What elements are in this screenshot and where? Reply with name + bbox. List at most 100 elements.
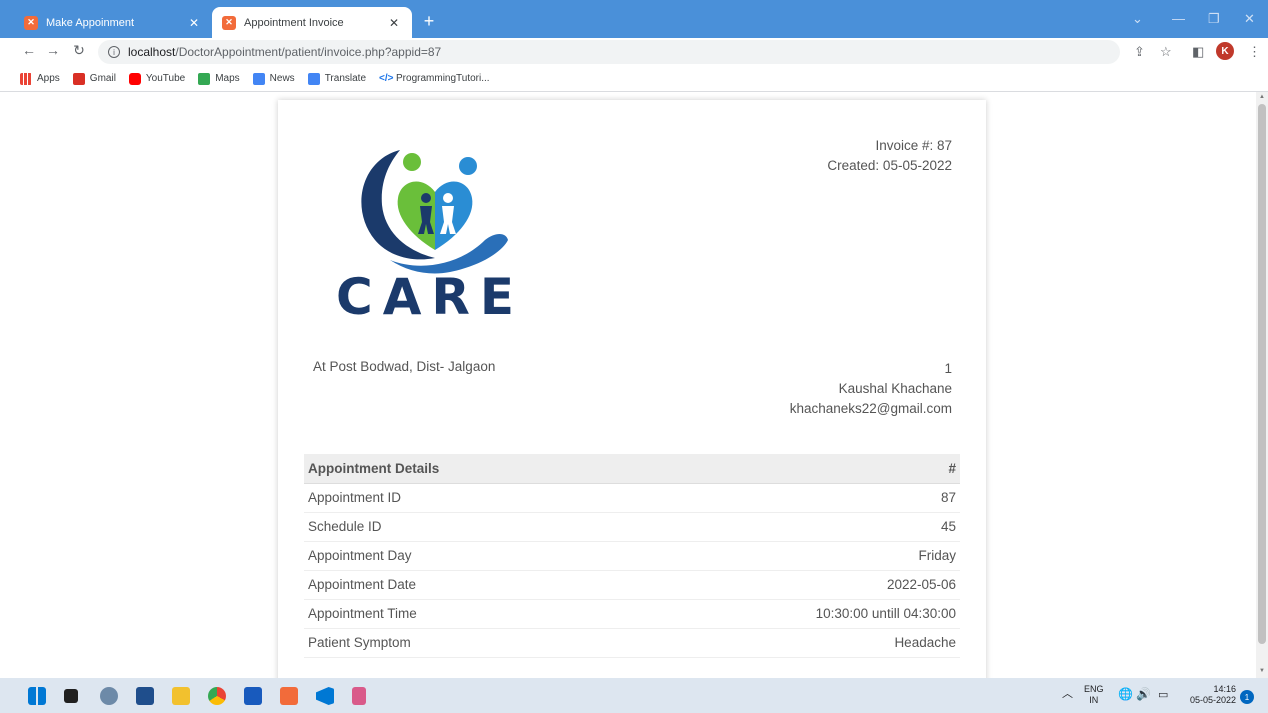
patient-id: 1 <box>944 361 952 376</box>
table-row: Appointment Date 2022-05-06 <box>304 570 960 600</box>
task-view-icon[interactable] <box>64 689 78 703</box>
scroll-up-icon[interactable]: ▲ <box>1259 94 1265 100</box>
browser-toolbar: ← → ↻ i localhost/DoctorAppointment/pati… <box>0 38 1268 66</box>
bookmark-programming[interactable]: </> ProgrammingTutori... <box>379 73 490 85</box>
tab-title: Make Appoinment <box>46 16 135 29</box>
widgets-icon[interactable] <box>100 687 118 705</box>
close-icon[interactable]: ✕ <box>186 16 202 30</box>
table-header-row: Appointment Details # <box>304 454 960 484</box>
news-icon <box>252 72 265 85</box>
row-value: Friday <box>621 541 960 571</box>
new-tab-icon[interactable]: + <box>420 12 438 30</box>
network-icon[interactable]: 🌐 <box>1118 688 1133 700</box>
table-row: Appointment Time 10:30:00 untill 04:30:0… <box>304 599 960 629</box>
row-label: Appointment Day <box>304 541 622 571</box>
xampp-icon: ✕ <box>222 15 236 30</box>
row-value: 87 <box>621 483 960 513</box>
row-value: 10:30:00 untill 04:30:00 <box>621 599 960 629</box>
bookmark-news[interactable]: News <box>252 72 295 85</box>
language-indicator[interactable]: ENG IN <box>1084 684 1104 706</box>
file-explorer-icon[interactable] <box>172 687 190 705</box>
side-panel-icon[interactable]: ◧ <box>1192 44 1204 60</box>
store-icon[interactable] <box>136 687 154 705</box>
tab-make-appointment[interactable]: ✕ Make Appoinment ✕ <box>14 7 212 38</box>
bookmark-apps[interactable]: Apps <box>20 72 60 85</box>
snipping-tool-icon[interactable] <box>352 687 366 705</box>
row-value: 45 <box>621 512 960 542</box>
table-row: Patient Symptom Headache <box>304 628 960 658</box>
clinic-address: At Post Bodwad, Dist- Jalgaon <box>313 359 496 374</box>
row-value: 2022-05-06 <box>621 570 960 600</box>
lang-code: ENG <box>1084 684 1104 694</box>
minimize-icon[interactable]: — <box>1172 11 1185 26</box>
patient-info: 1 Kaushal Khachane khachaneks22@gmail.co… <box>790 359 952 419</box>
scrollbar-thumb[interactable] <box>1258 104 1266 644</box>
bookmark-youtube[interactable]: YouTube <box>128 72 185 85</box>
restore-icon[interactable]: ❐ <box>1208 11 1220 27</box>
row-value: Headache <box>621 628 960 658</box>
chrome-icon[interactable] <box>208 687 226 705</box>
appointment-details-table: Appointment Details # Appointment ID 87 … <box>304 454 960 658</box>
table-header-label: Appointment Details <box>304 454 622 484</box>
tab-title: Appointment Invoice <box>244 16 344 29</box>
clock-time: 14:16 <box>1213 684 1236 694</box>
xampp-icon[interactable] <box>280 687 298 705</box>
chevron-up-icon[interactable]: ︿ <box>1062 689 1073 700</box>
chevron-down-icon[interactable]: ⌄ <box>1132 11 1143 27</box>
row-label: Appointment Time <box>304 599 622 629</box>
vertical-scrollbar[interactable]: ▲ ▼ <box>1256 92 1268 678</box>
battery-icon[interactable]: ▭ <box>1158 690 1168 701</box>
table-row: Appointment ID 87 <box>304 483 960 513</box>
table-header-value: # <box>621 454 960 484</box>
patient-name: Kaushal Khachane <box>838 381 952 396</box>
tab-appointment-invoice[interactable]: ✕ Appointment Invoice ✕ <box>212 7 412 38</box>
notification-badge[interactable]: 1 <box>1240 690 1254 704</box>
clock[interactable]: 14:16 05-05-2022 <box>1182 684 1236 706</box>
invoice-meta: Invoice #: 87 Created: 05-05-2022 <box>827 136 952 176</box>
invoice-number: Invoice #: 87 <box>875 138 952 153</box>
share-icon[interactable]: ⇪ <box>1134 44 1145 60</box>
bookmarks-bar: Apps Gmail YouTube Maps News Translate <… <box>0 66 1268 92</box>
info-icon[interactable]: i <box>108 46 120 58</box>
avatar[interactable]: K <box>1216 42 1234 60</box>
close-icon[interactable]: ✕ <box>386 16 402 30</box>
row-label: Appointment ID <box>304 483 622 513</box>
address-bar[interactable]: i localhost/DoctorAppointment/patient/in… <box>98 40 1120 64</box>
forward-icon[interactable]: → <box>44 42 62 58</box>
apps-grid-icon <box>20 72 32 85</box>
bookmark-translate[interactable]: Translate <box>307 72 366 85</box>
bookmark-gmail[interactable]: Gmail <box>72 72 116 85</box>
page-viewport: CARE Invoice #: 87 Created: 05-05-2022 A… <box>0 92 1256 678</box>
region-code: IN <box>1089 695 1099 705</box>
reload-icon[interactable]: ↻ <box>70 42 88 59</box>
back-icon[interactable]: ← <box>20 42 38 58</box>
url-host: localhost <box>128 45 176 59</box>
invoice-card: CARE Invoice #: 87 Created: 05-05-2022 A… <box>278 100 986 678</box>
tab-strip: ✕ Make Appoinment ✕ ✕ Appointment Invoic… <box>0 0 1268 38</box>
vscode-icon[interactable] <box>316 687 334 705</box>
window-close-icon[interactable]: ✕ <box>1244 11 1255 27</box>
maps-icon <box>198 72 211 85</box>
youtube-icon <box>128 72 141 85</box>
volume-icon[interactable]: 🔊 <box>1136 688 1151 700</box>
care-logo: CARE <box>330 140 540 330</box>
row-label: Appointment Date <box>304 570 622 600</box>
url-path: /DoctorAppointment/patient/invoice.php?a… <box>175 45 442 59</box>
code-icon: </> <box>379 72 394 84</box>
bookmark-maps[interactable]: Maps <box>198 72 240 85</box>
word-icon[interactable] <box>244 687 262 705</box>
menu-icon[interactable]: ⋮ <box>1248 44 1261 60</box>
translate-icon <box>307 72 320 85</box>
table-row: Schedule ID 45 <box>304 512 960 542</box>
row-label: Patient Symptom <box>304 628 622 658</box>
clock-date: 05-05-2022 <box>1189 695 1236 705</box>
windows-taskbar: ︿ ENG IN 🌐 🔊 ▭ 14:16 05-05-2022 <box>0 678 1268 713</box>
scroll-down-icon[interactable]: ▼ <box>1259 668 1265 674</box>
table-row: Appointment Day Friday <box>304 541 960 571</box>
bookmark-star-icon[interactable]: ☆ <box>1160 44 1172 60</box>
invoice-created-date: Created: 05-05-2022 <box>827 158 952 173</box>
windows-start-icon[interactable] <box>28 687 46 705</box>
row-label: Schedule ID <box>304 512 622 542</box>
patient-email: khachaneks22@gmail.com <box>789 401 952 416</box>
gmail-icon <box>72 72 85 85</box>
